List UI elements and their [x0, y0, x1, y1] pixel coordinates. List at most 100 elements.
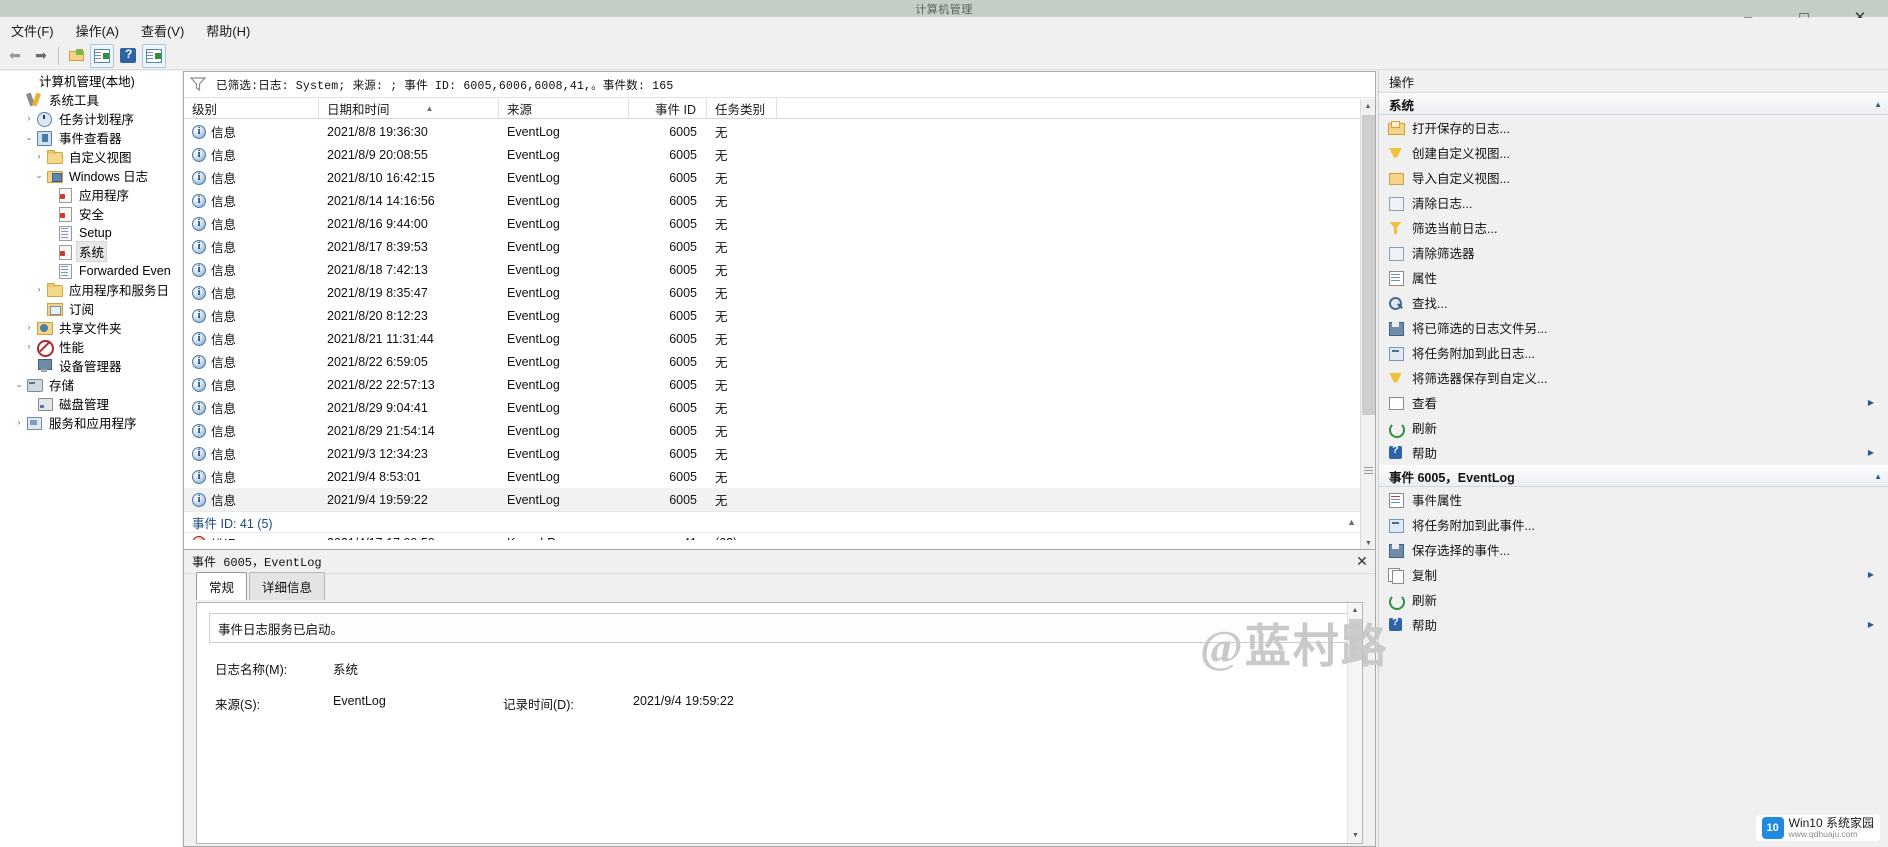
- tree-item-6[interactable]: 应用程序: [0, 185, 181, 204]
- filter-status-bar[interactable]: 已筛选:日志: System; 来源: ; 事件 ID: 6005,6006,6…: [184, 72, 1375, 98]
- action-item-0-11[interactable]: 查看 ▶: [1379, 390, 1888, 415]
- menu-item-1[interactable]: 操作(A): [65, 19, 130, 42]
- action-item-1-0[interactable]: 事件属性: [1379, 487, 1888, 512]
- tree-item-4[interactable]: › 自定义视图: [0, 147, 181, 166]
- action-item-0-1[interactable]: 创建自定义视图...: [1379, 140, 1888, 165]
- table-row[interactable]: i 信息 2021/8/29 21:54:14 EventLog 6005 无: [184, 419, 1362, 442]
- column-header-task[interactable]: 任务类别: [707, 98, 777, 118]
- collapse-icon[interactable]: ▲: [1874, 100, 1882, 109]
- back-button[interactable]: ⬅: [3, 44, 27, 68]
- chevron-right-icon[interactable]: ›: [32, 280, 46, 299]
- chevron-down-icon[interactable]: ⌄: [32, 166, 46, 185]
- detail-tabs[interactable]: 常规 详细信息: [184, 572, 1375, 600]
- table-row[interactable]: i 信息 2021/9/4 8:53:01 EventLog 6005 无: [184, 465, 1362, 488]
- action-item-1-3[interactable]: 复制 ▶: [1379, 562, 1888, 587]
- chevron-down-icon[interactable]: ⌄: [22, 128, 36, 147]
- tree-item-12[interactable]: 订阅: [0, 299, 181, 318]
- action-item-0-2[interactable]: 导入自定义视图...: [1379, 165, 1888, 190]
- scroll-up-arrow[interactable]: ▲: [1361, 99, 1375, 114]
- tab-1[interactable]: 详细信息: [249, 572, 326, 600]
- tree-item-15[interactable]: 设备管理器: [0, 356, 181, 375]
- show-hide-tree-button[interactable]: [90, 43, 114, 68]
- table-row[interactable]: i 信息 2021/8/29 9:04:41 EventLog 6005 无: [184, 396, 1362, 419]
- action-item-0-10[interactable]: 将筛选器保存到自定义...: [1379, 365, 1888, 390]
- action-item-0-3[interactable]: 清除日志...: [1379, 190, 1888, 215]
- table-row[interactable]: i 信息 2021/8/16 9:44:00 EventLog 6005 无: [184, 212, 1362, 235]
- tab-0[interactable]: 常规: [196, 572, 248, 600]
- tree-item-9[interactable]: 系统: [0, 241, 181, 262]
- tree-item-0[interactable]: 计算机管理(本地): [0, 71, 181, 90]
- tree-item-2[interactable]: › 任务计划程序: [0, 109, 181, 128]
- actions-list[interactable]: 系统 ▲ 打开保存的日志... 创建自定义视图... 导入自定义视图... 清除日志...…: [1379, 93, 1888, 637]
- chevron-right-icon[interactable]: ›: [12, 413, 26, 432]
- tree-item-8[interactable]: Setup: [0, 223, 181, 242]
- list-vertical-scrollbar[interactable]: ▲ ▼: [1360, 99, 1375, 551]
- column-header-datetime[interactable]: 日期和时间 ▲: [319, 98, 499, 118]
- event-list-body[interactable]: i 信息 2021/8/8 19:36:30 EventLog 6005 无 i 信息 2021…: [184, 120, 1362, 540]
- action-item-0-8[interactable]: 将已筛选的日志文件另...: [1379, 315, 1888, 340]
- chevron-right-icon[interactable]: ›: [32, 147, 46, 166]
- chevron-right-icon[interactable]: ›: [22, 337, 36, 356]
- action-item-1-1[interactable]: 将任务附加到此事件...: [1379, 512, 1888, 537]
- collapse-icon[interactable]: ▲: [1874, 472, 1882, 481]
- column-header-level[interactable]: 级别: [184, 98, 319, 118]
- action-item-0-0[interactable]: 打开保存的日志...: [1379, 115, 1888, 140]
- table-row[interactable]: i 信息 2021/8/8 19:36:30 EventLog 6005 无: [184, 120, 1362, 143]
- menu-item-0[interactable]: 文件(F): [0, 19, 65, 42]
- action-item-1-5[interactable]: 帮助 ▶: [1379, 612, 1888, 637]
- detail-scrollbar-thumb[interactable]: [1349, 619, 1362, 659]
- action-item-0-5[interactable]: 清除筛选器: [1379, 240, 1888, 265]
- detail-scroll-down-arrow[interactable]: ▼: [1348, 828, 1362, 843]
- chevron-right-icon[interactable]: ›: [22, 109, 36, 128]
- column-header-source[interactable]: 来源: [499, 98, 629, 118]
- action-item-1-4[interactable]: 刷新: [1379, 587, 1888, 612]
- actions-group-header-0[interactable]: 系统 ▲: [1379, 93, 1888, 115]
- tree-item-7[interactable]: 安全: [0, 204, 181, 223]
- action-item-1-2[interactable]: 保存选择的事件...: [1379, 537, 1888, 562]
- tree-item-14[interactable]: › 性能: [0, 337, 181, 357]
- scrollbar-thumb[interactable]: [1362, 115, 1375, 415]
- action-item-0-4[interactable]: 筛选当前日志...: [1379, 215, 1888, 240]
- table-row[interactable]: i 信息 2021/8/22 22:57:13 EventLog 6005 无: [184, 373, 1362, 396]
- chevron-right-icon[interactable]: ›: [22, 318, 36, 337]
- tree-item-17[interactable]: 磁盘管理: [0, 394, 181, 413]
- tree-item-11[interactable]: › 应用程序和服务日: [0, 280, 181, 299]
- event-list-header[interactable]: 级别 日期和时间 ▲ 来源 事件 ID 任务类别: [184, 98, 1375, 119]
- table-row[interactable]: i 信息 2021/9/3 12:34:23 EventLog 6005 无: [184, 442, 1362, 465]
- action-item-0-9[interactable]: 将任务附加到此日志...: [1379, 340, 1888, 365]
- menu-item-2[interactable]: 查看(V): [130, 19, 195, 42]
- table-row[interactable]: i 信息 2021/8/10 16:42:15 EventLog 6005 无: [184, 166, 1362, 189]
- group-collapse-icon[interactable]: ▲: [1347, 517, 1356, 527]
- table-row[interactable]: i 信息 2021/9/4 19:59:22 EventLog 6005 无: [184, 488, 1362, 511]
- menu-item-3[interactable]: 帮助(H): [195, 19, 261, 42]
- event-group-row[interactable]: 事件 ID: 41 (5) ▲: [184, 511, 1362, 533]
- action-item-0-6[interactable]: 属性: [1379, 265, 1888, 290]
- table-row[interactable]: i 信息 2021/8/20 8:12:23 EventLog 6005 无: [184, 304, 1362, 327]
- detail-close-icon[interactable]: ✕: [1349, 551, 1375, 573]
- tree-item-1[interactable]: 系统工具: [0, 90, 181, 109]
- table-row[interactable]: i 信息 2021/8/19 8:35:47 EventLog 6005 无: [184, 281, 1362, 304]
- actions-group-header-1[interactable]: 事件 6005，EventLog ▲: [1379, 465, 1888, 487]
- action-item-0-13[interactable]: 帮助 ▶: [1379, 440, 1888, 465]
- new-window-button[interactable]: [142, 43, 166, 68]
- table-row[interactable]: ! 错误 2021/4/17 17:00:50Kernel-Power41(63): [184, 533, 1362, 540]
- open-folder-button[interactable]: [64, 44, 88, 68]
- table-row[interactable]: i 信息 2021/8/17 8:39:53 EventLog 6005 无: [184, 235, 1362, 258]
- tree-item-18[interactable]: › 服务和应用程序: [0, 413, 181, 432]
- table-row[interactable]: i 信息 2021/8/9 20:08:55 EventLog 6005 无: [184, 143, 1362, 166]
- console-tree[interactable]: 计算机管理(本地) 系统工具 › 任务计划程序 ⌄ 事件查看器 › 自定义视图 ⌄ Windows…: [0, 71, 182, 847]
- column-header-eventid[interactable]: 事件 ID: [629, 98, 707, 118]
- table-row[interactable]: i 信息 2021/8/21 11:31:44 EventLog 6005 无: [184, 327, 1362, 350]
- table-row[interactable]: i 信息 2021/8/14 14:16:56 EventLog 6005 无: [184, 189, 1362, 212]
- action-item-0-12[interactable]: 刷新: [1379, 415, 1888, 440]
- forward-button[interactable]: ➡: [29, 44, 53, 68]
- table-row[interactable]: i 信息 2021/8/22 6:59:05 EventLog 6005 无: [184, 350, 1362, 373]
- tree-item-5[interactable]: ⌄ Windows 日志: [0, 166, 181, 185]
- table-row[interactable]: i 信息 2021/8/18 7:42:13 EventLog 6005 无: [184, 258, 1362, 281]
- tree-item-10[interactable]: Forwarded Even: [0, 261, 181, 280]
- detail-vertical-scrollbar[interactable]: ▲ ▼: [1347, 603, 1362, 843]
- tree-item-16[interactable]: ⌄ 存储: [0, 375, 181, 394]
- help-button[interactable]: ?: [116, 44, 140, 68]
- action-item-0-7[interactable]: 查找...: [1379, 290, 1888, 315]
- tree-item-3[interactable]: ⌄ 事件查看器: [0, 128, 181, 147]
